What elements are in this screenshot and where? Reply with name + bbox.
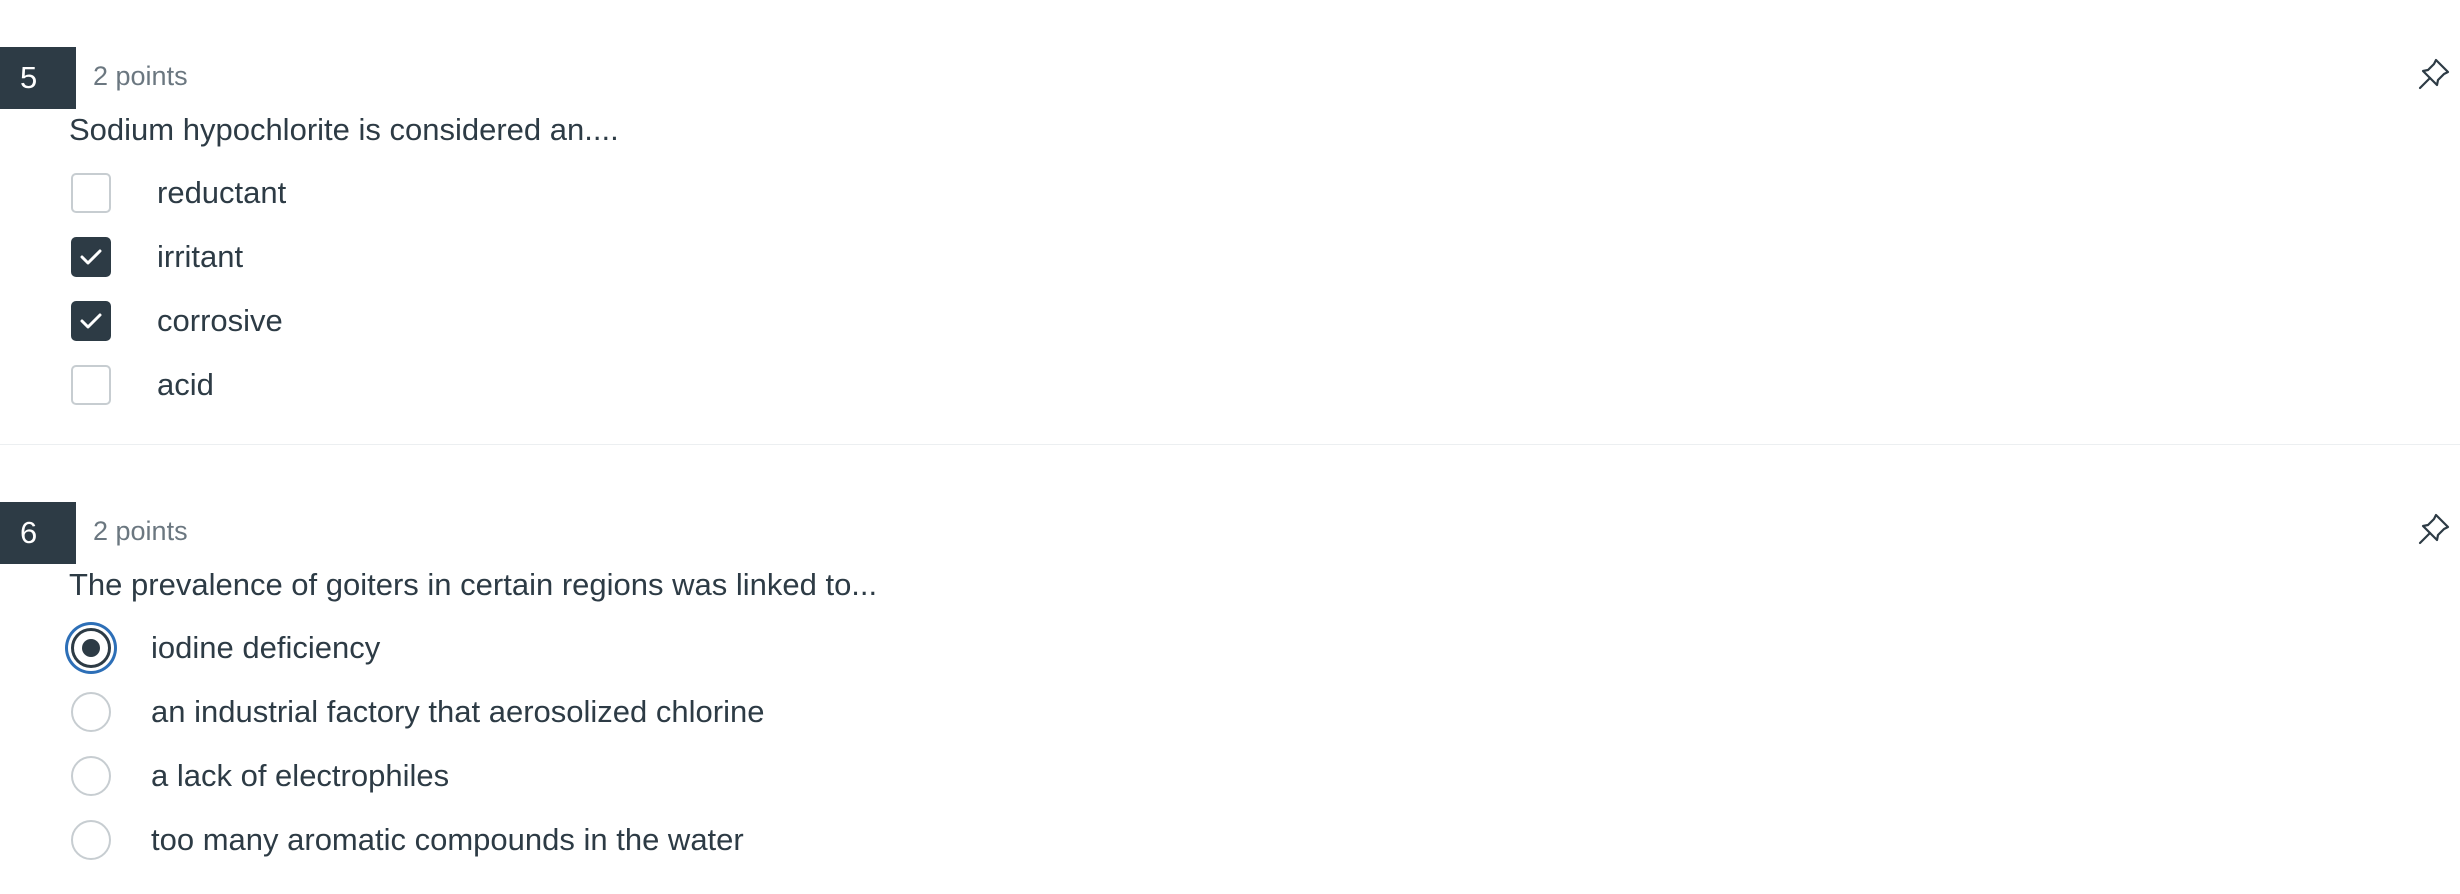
- answer-label[interactable]: corrosive: [157, 299, 283, 343]
- question-text: The prevalence of goiters in certain reg…: [69, 567, 878, 602]
- answer-label[interactable]: acid: [157, 363, 214, 407]
- answer-checkbox[interactable]: [71, 237, 111, 277]
- answer-radio[interactable]: [71, 820, 111, 860]
- answer-label[interactable]: irritant: [157, 235, 243, 279]
- question-6: 6 2 points The prevalence of goiters in …: [0, 445, 2460, 894]
- answer-option[interactable]: a lack of electrophiles: [0, 746, 2460, 810]
- answer-option[interactable]: iodine deficiency: [0, 618, 2460, 682]
- checkmark-icon: [80, 313, 102, 329]
- answer-option[interactable]: acid: [0, 355, 2460, 419]
- question-points: 2 points: [93, 516, 188, 546]
- answer-option[interactable]: irritant: [0, 227, 2460, 291]
- answer-label[interactable]: too many aromatic compounds in the water: [151, 818, 744, 862]
- pin-icon[interactable]: [2414, 54, 2454, 94]
- question-text: Sodium hypochlorite is considered an....: [69, 112, 619, 147]
- answer-label[interactable]: iodine deficiency: [151, 626, 380, 670]
- answer-option[interactable]: reductant: [0, 163, 2460, 227]
- pin-icon[interactable]: [2414, 509, 2454, 549]
- radio-dot: [82, 639, 100, 657]
- answer-option[interactable]: too many aromatic compounds in the water: [0, 810, 2460, 874]
- question-points: 2 points: [93, 61, 188, 91]
- answer-radio[interactable]: [71, 628, 111, 668]
- answer-label[interactable]: reductant: [157, 171, 286, 215]
- question-5: 5 2 points Sodium hypochlorite is consid…: [0, 0, 2460, 445]
- answer-list: reductant irritant corrosive acid: [0, 163, 2460, 419]
- answer-checkbox[interactable]: [71, 365, 111, 405]
- question-number: 6: [0, 502, 76, 564]
- answer-label[interactable]: a lack of electrophiles: [151, 754, 449, 798]
- answer-list: iodine deficiency an industrial factory …: [0, 618, 2460, 874]
- answer-radio[interactable]: [71, 756, 111, 796]
- checkmark-icon: [80, 249, 102, 265]
- answer-checkbox[interactable]: [71, 301, 111, 341]
- question-number: 5: [0, 47, 76, 109]
- answer-option[interactable]: an industrial factory that aerosolized c…: [0, 682, 2460, 746]
- answer-checkbox[interactable]: [71, 173, 111, 213]
- answer-radio[interactable]: [71, 692, 111, 732]
- answer-option[interactable]: corrosive: [0, 291, 2460, 355]
- answer-label[interactable]: an industrial factory that aerosolized c…: [151, 690, 764, 734]
